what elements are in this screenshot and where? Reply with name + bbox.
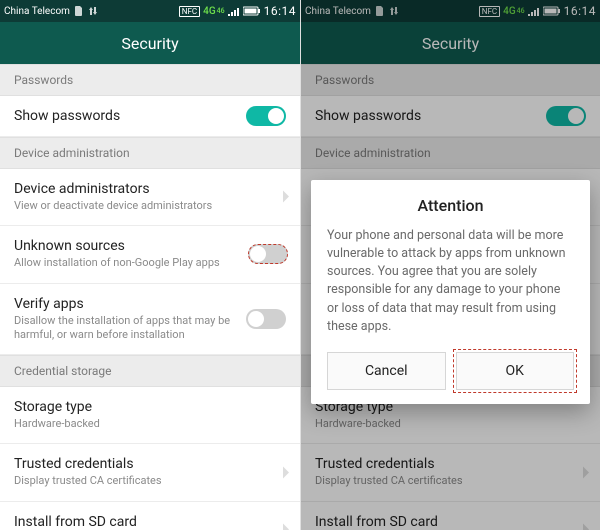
row-title: Unknown sources <box>14 238 286 254</box>
row-title: Device administrators <box>14 181 286 197</box>
row-subtitle: Hardware-backed <box>14 417 286 431</box>
row-verify-apps[interactable]: Verify apps Disallow the installation of… <box>0 284 300 356</box>
row-title: Install from SD card <box>14 514 286 530</box>
phone-right: China Telecom NFC 4G46 16:14 Security Pa… <box>300 0 600 530</box>
battery-icon <box>543 6 561 16</box>
row-subtitle: Hardware-backed <box>315 417 586 431</box>
section-passwords: Passwords <box>301 64 600 96</box>
row-title: Storage type <box>14 399 286 415</box>
dialog-body: Your phone and personal data will be mor… <box>327 227 574 336</box>
row-storage-type[interactable]: Storage type Hardware-backed <box>0 387 300 444</box>
row-show-passwords: Show passwords <box>301 96 600 137</box>
phone-left: China Telecom NFC 4G46 16:14 Security Pa… <box>0 0 300 530</box>
cancel-button[interactable]: Cancel <box>327 352 446 390</box>
carrier-label: China Telecom <box>305 6 371 17</box>
row-trusted-credentials[interactable]: Trusted credentials Display trusted CA c… <box>0 444 300 501</box>
row-subtitle: Display trusted CA certificates <box>14 474 286 488</box>
dialog-attention: Attention Your phone and personal data w… <box>311 180 590 404</box>
carrier-label: China Telecom <box>4 6 70 17</box>
row-title: Trusted credentials <box>315 456 586 472</box>
row-title: Install from SD card <box>315 514 586 530</box>
signal-icon <box>228 6 240 16</box>
sim-icon <box>375 6 385 16</box>
titlebar: Security <box>0 22 300 64</box>
section-credential-storage: Credential storage <box>0 355 300 387</box>
chevron-right-icon <box>282 188 290 207</box>
network-indicator: 4G46 <box>203 6 224 17</box>
row-title: Trusted credentials <box>14 456 286 472</box>
signal-icon <box>528 6 540 16</box>
dialog-title: Attention <box>327 196 574 215</box>
clock: 16:14 <box>564 4 596 18</box>
row-trusted-credentials: Trusted credentials Display trusted CA c… <box>301 444 600 501</box>
section-passwords: Passwords <box>0 64 300 96</box>
updown-icon <box>389 6 399 16</box>
chevron-right-icon <box>282 463 290 482</box>
chevron-right-icon <box>582 520 590 530</box>
nfc-badge: NFC <box>179 6 200 17</box>
row-device-administrators[interactable]: Device administrators View or deactivate… <box>0 169 300 226</box>
row-title: Verify apps <box>14 296 286 312</box>
row-title: Show passwords <box>315 108 586 124</box>
toggle-show-passwords[interactable] <box>246 106 286 126</box>
network-indicator: 4G46 <box>503 6 524 17</box>
row-install-from-sd: Install from SD card Install certificate… <box>301 502 600 530</box>
nfc-badge: NFC <box>479 6 500 17</box>
row-show-passwords[interactable]: Show passwords <box>0 96 300 137</box>
ok-button[interactable]: OK <box>456 352 575 390</box>
toggle-verify-apps[interactable] <box>246 309 286 329</box>
status-bar: China Telecom NFC 4G46 16:14 <box>0 0 300 22</box>
section-device-admin: Device administration <box>301 137 600 169</box>
status-bar: China Telecom NFC 4G46 16:14 <box>301 0 600 22</box>
toggle-show-passwords <box>546 106 586 126</box>
row-subtitle: View or deactivate device administrators <box>14 199 286 213</box>
section-device-admin: Device administration <box>0 137 300 169</box>
titlebar: Security <box>301 22 600 64</box>
battery-icon <box>243 6 261 16</box>
settings-list: Passwords Show passwords Device administ… <box>0 64 300 530</box>
updown-icon <box>88 6 98 16</box>
row-unknown-sources[interactable]: Unknown sources Allow installation of no… <box>0 226 300 283</box>
chevron-right-icon <box>282 520 290 530</box>
clock: 16:14 <box>264 4 296 18</box>
page-title: Security <box>121 34 178 53</box>
sim-icon <box>74 6 84 16</box>
page-title: Security <box>422 34 479 53</box>
row-install-from-sd[interactable]: Install from SD card Install certificate… <box>0 502 300 530</box>
chevron-right-icon <box>582 463 590 482</box>
row-subtitle: Allow installation of non-Google Play ap… <box>14 256 286 270</box>
row-subtitle: Display trusted CA certificates <box>315 474 586 488</box>
dialog-buttons: Cancel OK <box>327 352 574 390</box>
toggle-unknown-sources[interactable] <box>248 244 288 264</box>
